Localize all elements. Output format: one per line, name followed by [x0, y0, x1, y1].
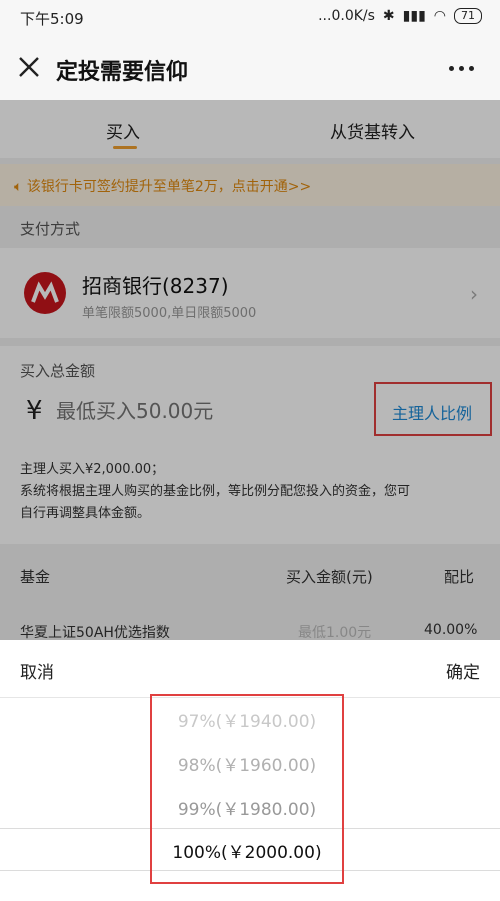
more-icon[interactable] [449, 66, 474, 71]
picker-confirm-button[interactable]: 确定 [446, 658, 480, 683]
signal-icon: ▮▮▮ [402, 8, 426, 24]
picker-cancel-button[interactable]: 取消 [20, 658, 54, 683]
status-indicators: ...0.0K/s ✱ ▮▮▮ ◠ 71 [318, 8, 482, 24]
wifi-icon: ◠ [433, 8, 446, 24]
picker-highlight-box [150, 694, 344, 884]
page-title: 定投需要信仰 [56, 60, 189, 85]
modal-backdrop[interactable] [0, 100, 500, 640]
status-time: 下午5:09 [20, 10, 84, 28]
network-speed: ...0.0K/s [318, 8, 375, 24]
bluetooth-icon: ✱ [382, 8, 395, 24]
close-icon[interactable] [14, 52, 44, 82]
battery-icon: 71 [454, 8, 482, 24]
